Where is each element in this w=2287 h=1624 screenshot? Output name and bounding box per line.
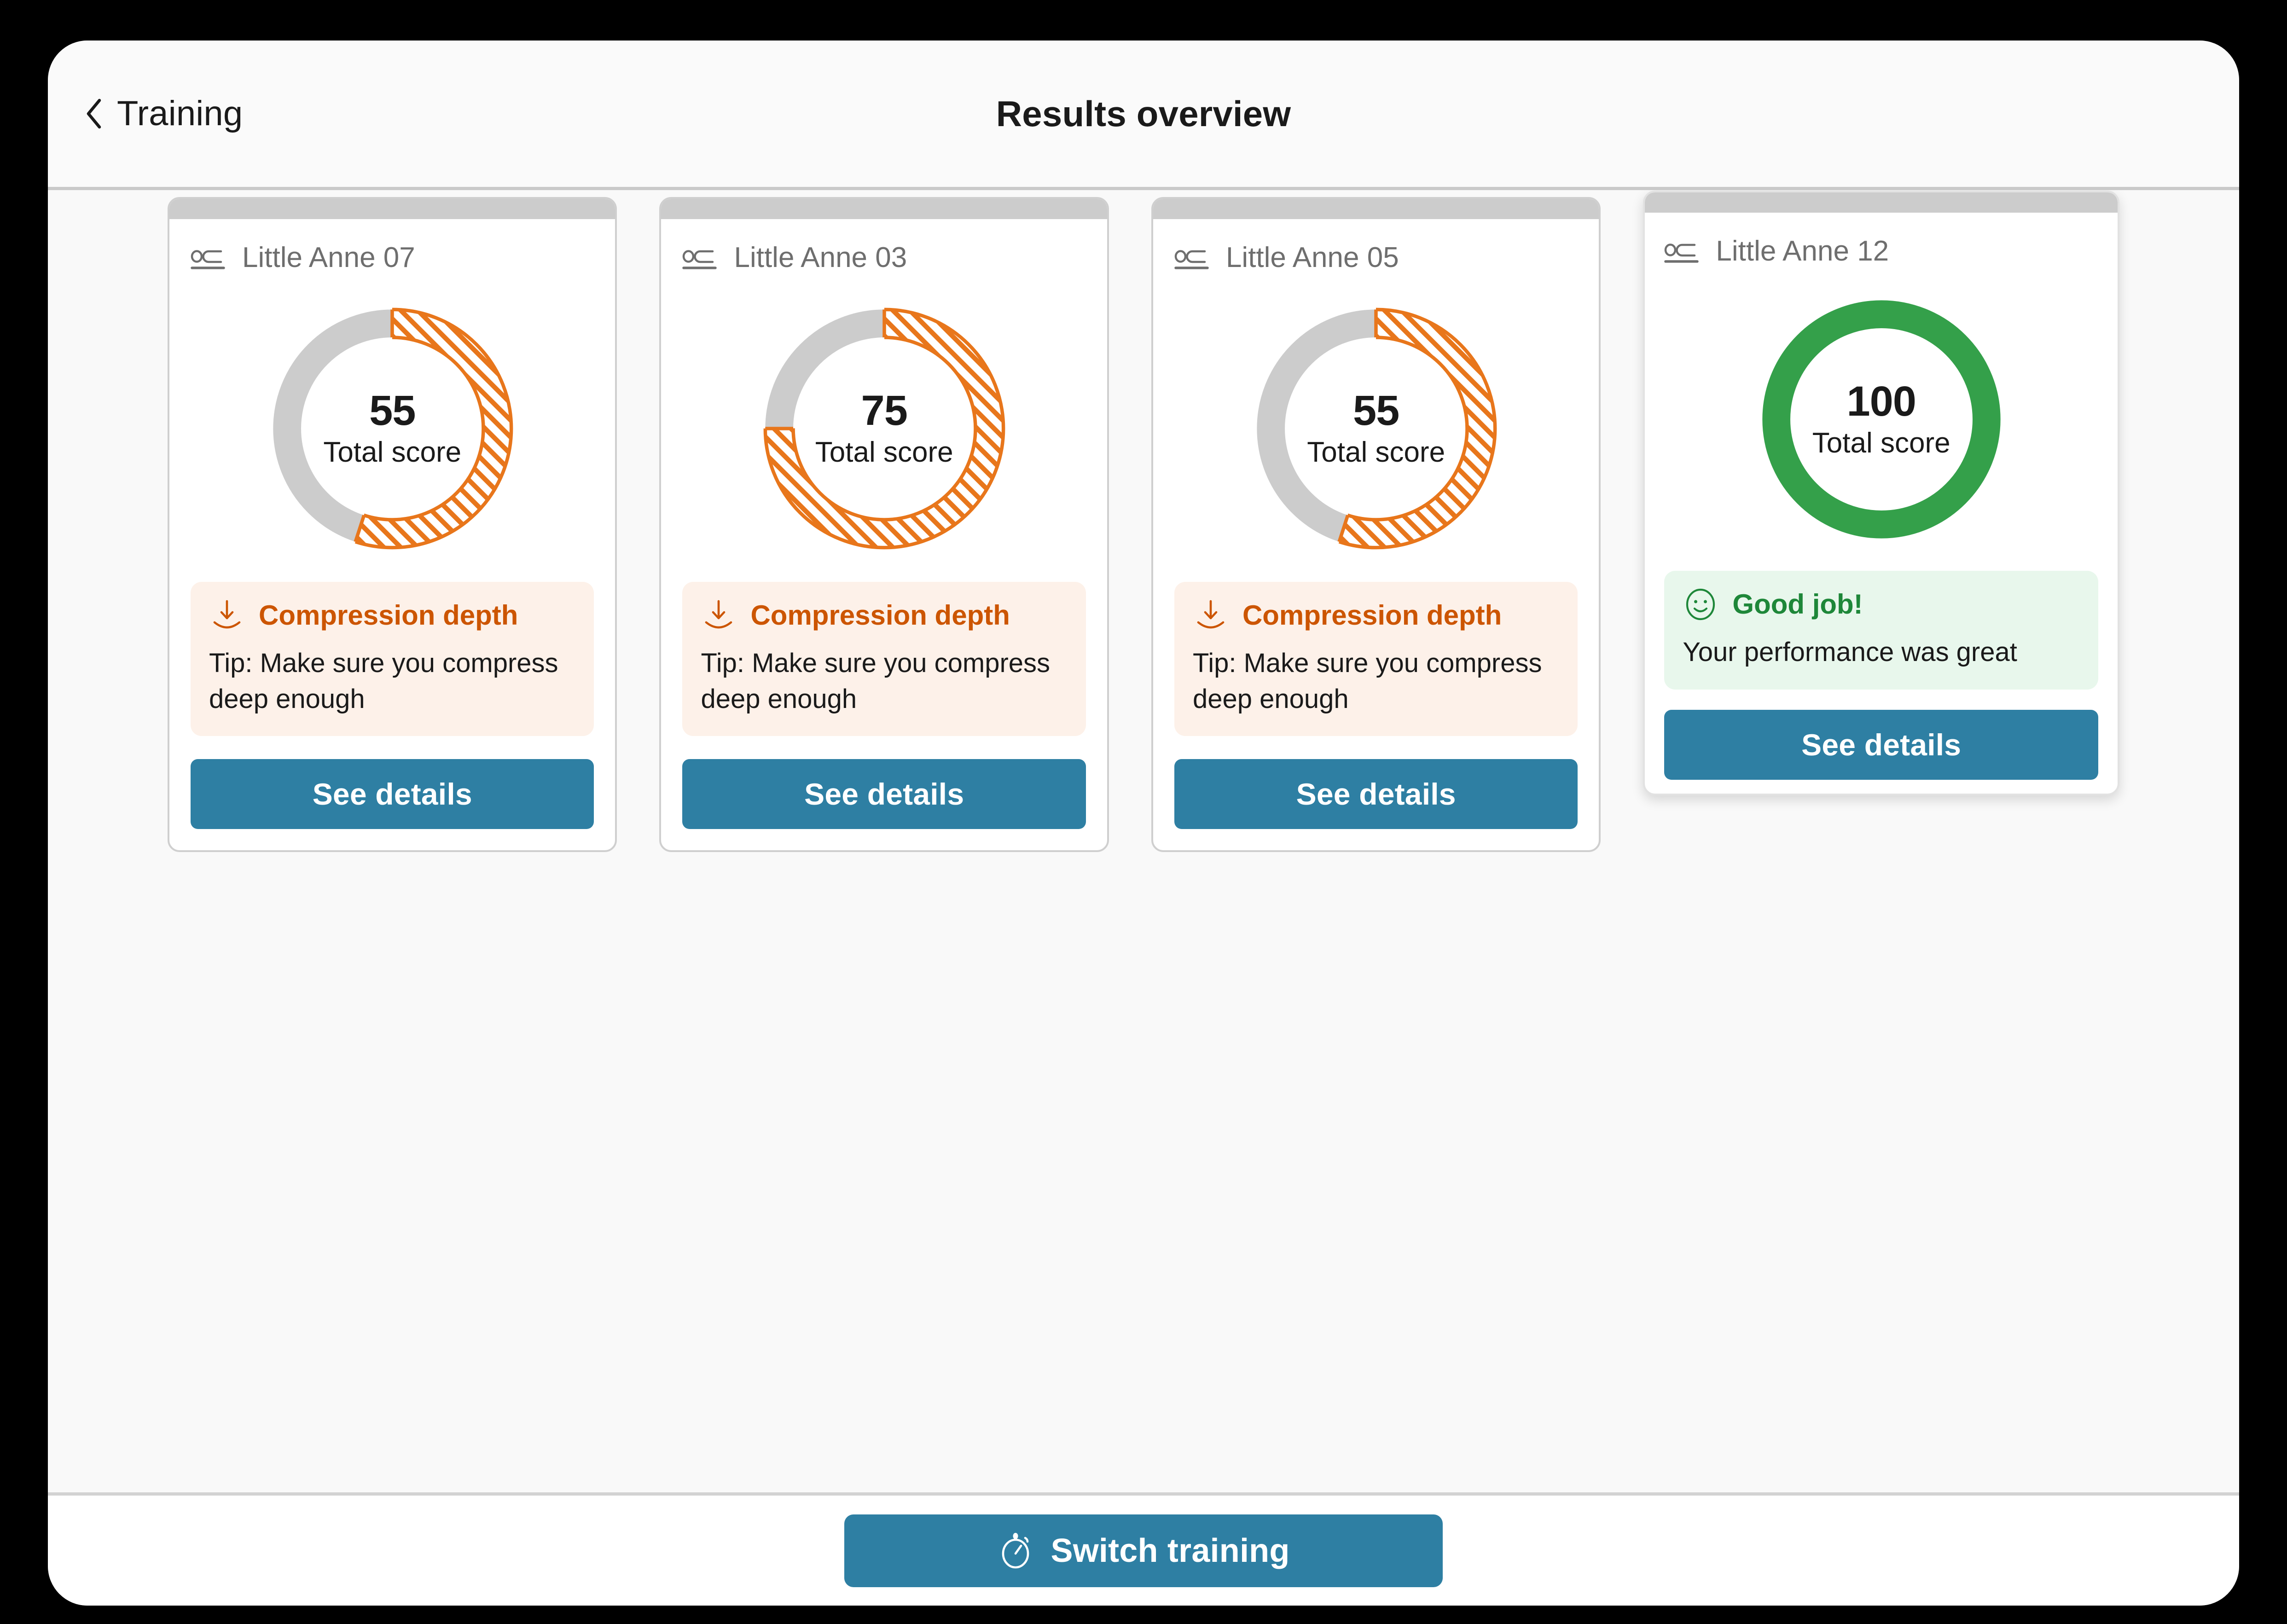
- switch-training-button[interactable]: Switch training: [844, 1514, 1443, 1587]
- see-details-button[interactable]: See details: [682, 759, 1086, 829]
- feedback-box: Good job! Your performance was great: [1664, 571, 2098, 690]
- score-donut-chart: 55 Total score: [191, 296, 594, 562]
- score-donut-chart: 100 Total score: [1664, 286, 2098, 552]
- results-content: Little Anne 07 55 Total score Compressio…: [48, 190, 2239, 1492]
- manikin-icon: [191, 244, 226, 271]
- feedback-text: Tip: Make sure you compress deep enough: [209, 648, 558, 714]
- card-top-band: [661, 199, 1107, 219]
- compression-depth-icon: [209, 597, 245, 633]
- app-window: Training Results overview Little Anne 07…: [48, 41, 2239, 1606]
- result-card[interactable]: Little Anne 05 55 Total score Compressio…: [1151, 197, 1601, 853]
- manikin-row: Little Anne 07: [191, 237, 594, 279]
- result-card[interactable]: Little Anne 12 100 Total score Good job!…: [1643, 191, 2119, 795]
- score-donut-chart: 75 Total score: [682, 296, 1085, 562]
- see-details-button[interactable]: See details: [1664, 709, 2098, 780]
- card-body: Little Anne 12 100 Total score Good job!…: [1645, 213, 2118, 794]
- manikin-name: Little Anne 05: [1225, 242, 1399, 273]
- card-top-band: [1645, 192, 2118, 213]
- feedback-title: Compression depth: [750, 600, 1010, 631]
- result-card[interactable]: Little Anne 03 75 Total score Compressio…: [659, 197, 1109, 853]
- compression-depth-icon: [1193, 597, 1229, 633]
- manikin-icon: [1174, 244, 1210, 271]
- see-details-button[interactable]: See details: [1174, 759, 1578, 829]
- manikin-icon: [682, 244, 718, 271]
- feedback-text: Tip: Make sure you compress deep enough: [701, 648, 1051, 714]
- feedback-title: Good job!: [1732, 589, 1863, 620]
- app-header: Training Results overview: [48, 41, 2239, 190]
- feedback-header: Compression depth: [1193, 597, 1559, 633]
- results-card-list: Little Anne 07 55 Total score Compressio…: [48, 190, 2239, 853]
- compression-depth-icon: [701, 597, 737, 633]
- stopwatch-icon: [997, 1531, 1036, 1570]
- card-top-band: [1153, 199, 1599, 219]
- card-top-band: [169, 199, 615, 219]
- result-card[interactable]: Little Anne 07 55 Total score Compressio…: [168, 197, 617, 853]
- card-body: Little Anne 07 55 Total score Compressio…: [169, 219, 615, 850]
- manikin-row: Little Anne 03: [682, 237, 1085, 279]
- manikin-name: Little Anne 12: [1716, 235, 1889, 267]
- manikin-name: Little Anne 07: [242, 242, 415, 273]
- manikin-row: Little Anne 05: [1174, 237, 1578, 279]
- smiley-face-icon: [1683, 586, 1718, 622]
- feedback-title: Compression depth: [1242, 600, 1502, 631]
- feedback-box: Compression depth Tip: Make sure you com…: [191, 582, 594, 737]
- device-bezel: Training Results overview Little Anne 07…: [0, 0, 2287, 1624]
- feedback-box: Compression depth Tip: Make sure you com…: [682, 582, 1086, 737]
- score-donut-chart: 55 Total score: [1174, 296, 1578, 562]
- card-body: Little Anne 03 75 Total score Compressio…: [661, 219, 1107, 850]
- feedback-header: Compression depth: [701, 597, 1067, 633]
- manikin-row: Little Anne 12: [1664, 230, 2098, 273]
- card-body: Little Anne 05 55 Total score Compressio…: [1153, 219, 1599, 850]
- feedback-title: Compression depth: [259, 600, 518, 631]
- page-title: Results overview: [996, 93, 1291, 134]
- switch-training-label: Switch training: [1051, 1532, 1290, 1569]
- feedback-text: Tip: Make sure you compress deep enough: [1192, 648, 1542, 714]
- feedback-text: Your performance was great: [1683, 637, 2017, 667]
- manikin-name: Little Anne 03: [734, 242, 907, 273]
- feedback-header: Good job!: [1683, 586, 2080, 622]
- see-details-button[interactable]: See details: [191, 759, 594, 829]
- app-footer: Switch training: [48, 1492, 2239, 1606]
- feedback-box: Compression depth Tip: Make sure you com…: [1174, 582, 1578, 737]
- manikin-icon: [1664, 238, 1700, 265]
- feedback-header: Compression depth: [209, 597, 575, 633]
